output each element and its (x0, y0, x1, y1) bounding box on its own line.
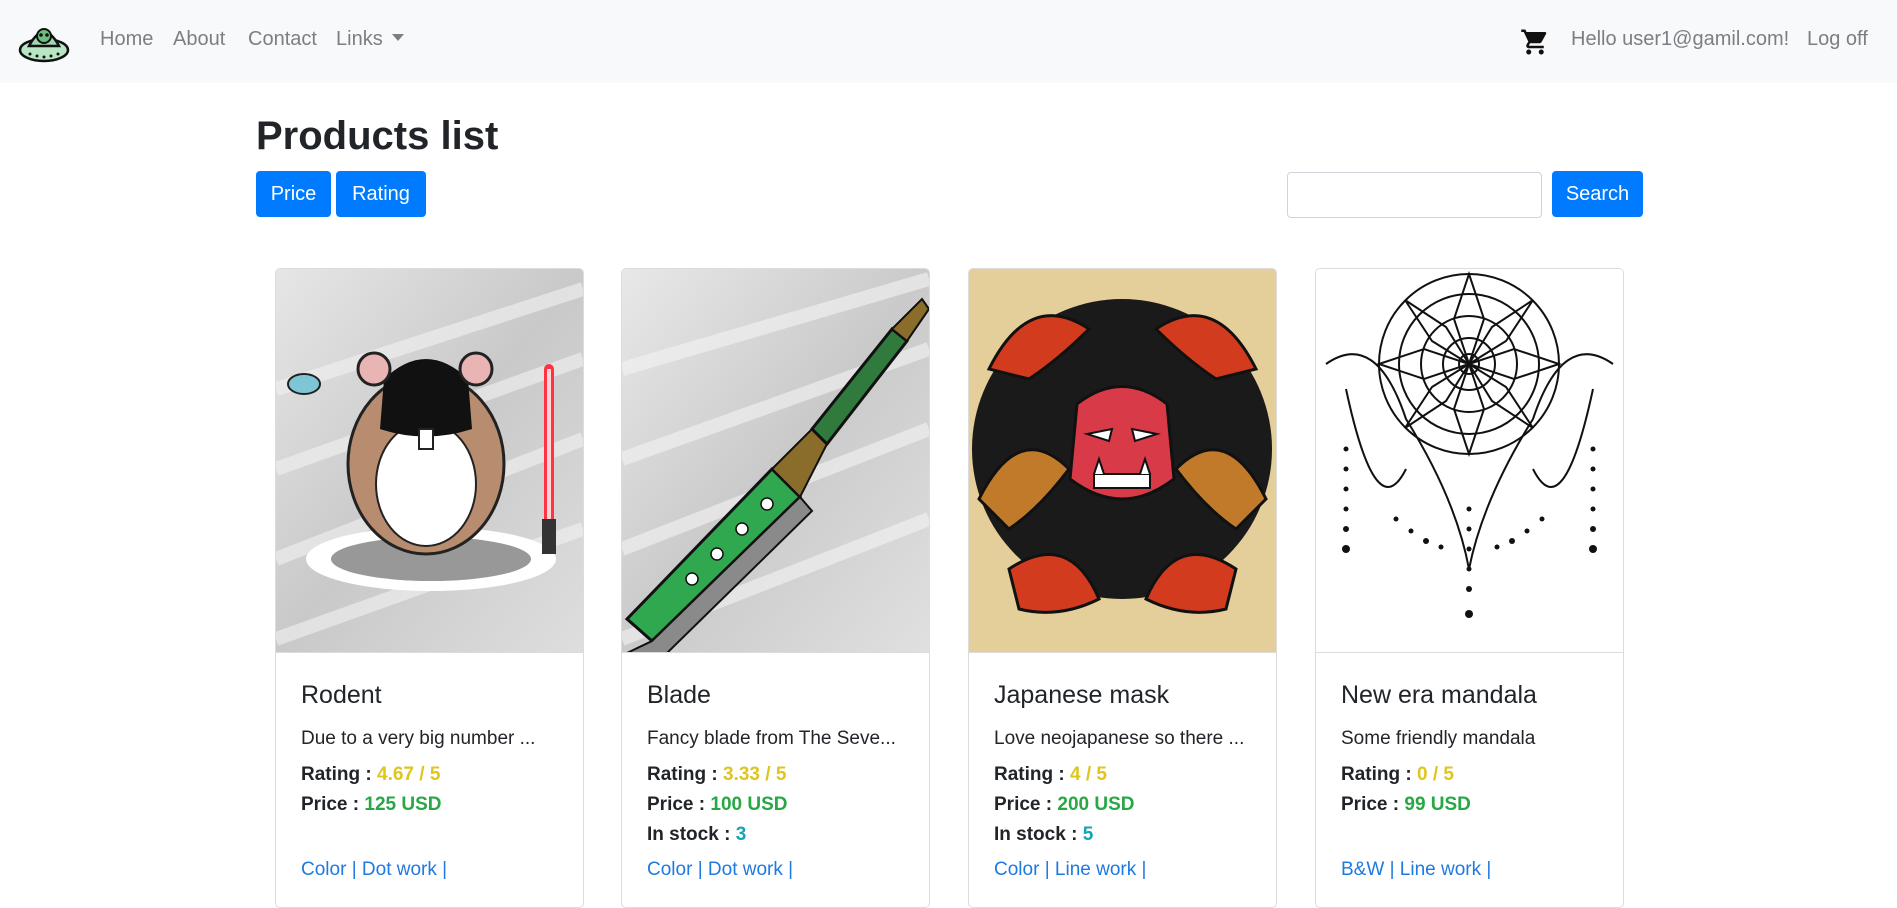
tag-link[interactable]: Line work (1400, 859, 1481, 880)
product-card[interactable]: Rodent Due to a very big number ... Rati… (275, 268, 584, 908)
search-input[interactable] (1287, 172, 1542, 218)
nav-links-label: Links (336, 28, 383, 50)
stock-value: 5 (1082, 824, 1094, 845)
product-price: Price : 100 USD (647, 794, 787, 816)
product-description: Love neojapanese so there ... (994, 728, 1245, 749)
caret-down-icon (391, 34, 404, 42)
nav-contact-link[interactable]: Contact (248, 28, 317, 51)
product-image[interactable] (276, 269, 583, 653)
product-title[interactable]: New era mandala (1341, 681, 1537, 710)
rating-value: 4 / 5 (1070, 764, 1107, 785)
nav-links-dropdown[interactable]: Links (336, 28, 404, 51)
tag-link[interactable]: B&W (1341, 859, 1384, 880)
tag-link[interactable]: Color (994, 859, 1039, 880)
rating-label: Rating : (994, 764, 1065, 785)
product-rating: Rating : 3.33 / 5 (647, 764, 786, 786)
tag-link[interactable]: Line work (1055, 859, 1136, 880)
product-description: Some friendly mandala (1341, 728, 1536, 749)
tag-separator: | (1486, 859, 1492, 880)
product-tags: Color | Dot work | (301, 859, 447, 881)
product-title[interactable]: Blade (647, 681, 711, 710)
price-label: Price : (647, 794, 706, 815)
logoff-link[interactable]: Log off (1807, 28, 1868, 51)
stock-label: In stock : (647, 824, 731, 845)
product-tags: Color | Dot work | (647, 859, 793, 881)
price-label: Price : (301, 794, 360, 815)
product-card[interactable]: Japanese mask Love neojapanese so there … (968, 268, 1277, 908)
rating-value: 0 / 5 (1417, 764, 1454, 785)
ufo-alien-icon[interactable] (18, 16, 70, 66)
tag-separator: | (788, 859, 794, 880)
stock-value: 3 (735, 824, 747, 845)
sort-rating-button[interactable]: Rating (336, 171, 426, 217)
product-price: Price : 125 USD (301, 794, 441, 816)
price-label: Price : (1341, 794, 1400, 815)
navbar: Home About Contact Links Hello user1@gam… (0, 0, 1897, 83)
product-image[interactable] (1316, 269, 1623, 653)
product-tags: Color | Line work | (994, 859, 1146, 881)
shopping-cart-icon[interactable] (1520, 27, 1550, 57)
product-image[interactable] (622, 269, 929, 653)
tag-separator: | (1141, 859, 1147, 880)
product-description: Due to a very big number ... (301, 728, 536, 749)
tag-separator: | (351, 859, 357, 880)
product-title[interactable]: Rodent (301, 681, 382, 710)
product-price: Price : 99 USD (1341, 794, 1471, 816)
user-greeting: Hello user1@gamil.com! (1571, 28, 1790, 50)
product-card[interactable]: Blade Fancy blade from The Seve... Ratin… (621, 268, 930, 908)
price-value: 125 USD (364, 794, 442, 815)
tag-link[interactable]: Color (301, 859, 346, 880)
product-image[interactable] (969, 269, 1276, 653)
price-value: 200 USD (1057, 794, 1135, 815)
price-value: 100 USD (710, 794, 788, 815)
product-rating: Rating : 0 / 5 (1341, 764, 1454, 786)
tag-separator: | (1389, 859, 1395, 880)
product-tags: B&W | Line work | (1341, 859, 1491, 881)
rating-value: 3.33 / 5 (723, 764, 787, 785)
product-price: Price : 200 USD (994, 794, 1134, 816)
tag-separator: | (442, 859, 448, 880)
price-value: 99 USD (1404, 794, 1471, 815)
rating-label: Rating : (301, 764, 372, 785)
tag-link[interactable]: Dot work (362, 859, 437, 880)
page-title: Products list (256, 114, 499, 158)
rating-value: 4.67 / 5 (377, 764, 441, 785)
tag-link[interactable]: Dot work (708, 859, 783, 880)
stock-label: In stock : (994, 824, 1078, 845)
product-description: Fancy blade from The Seve... (647, 728, 896, 749)
product-rating: Rating : 4.67 / 5 (301, 764, 440, 786)
search-button[interactable]: Search (1552, 171, 1643, 217)
product-rating: Rating : 4 / 5 (994, 764, 1107, 786)
rating-label: Rating : (1341, 764, 1412, 785)
rating-label: Rating : (647, 764, 718, 785)
product-card[interactable]: New era mandala Some friendly mandala Ra… (1315, 268, 1624, 908)
product-stock: In stock : 3 (647, 824, 746, 846)
sort-price-button[interactable]: Price (256, 171, 331, 217)
nav-home-link[interactable]: Home (100, 28, 153, 51)
tag-separator: | (1044, 859, 1050, 880)
nav-about-link[interactable]: About (173, 28, 225, 51)
product-title[interactable]: Japanese mask (994, 681, 1169, 710)
tag-separator: | (697, 859, 703, 880)
product-stock: In stock : 5 (994, 824, 1093, 846)
price-label: Price : (994, 794, 1053, 815)
tag-link[interactable]: Color (647, 859, 692, 880)
